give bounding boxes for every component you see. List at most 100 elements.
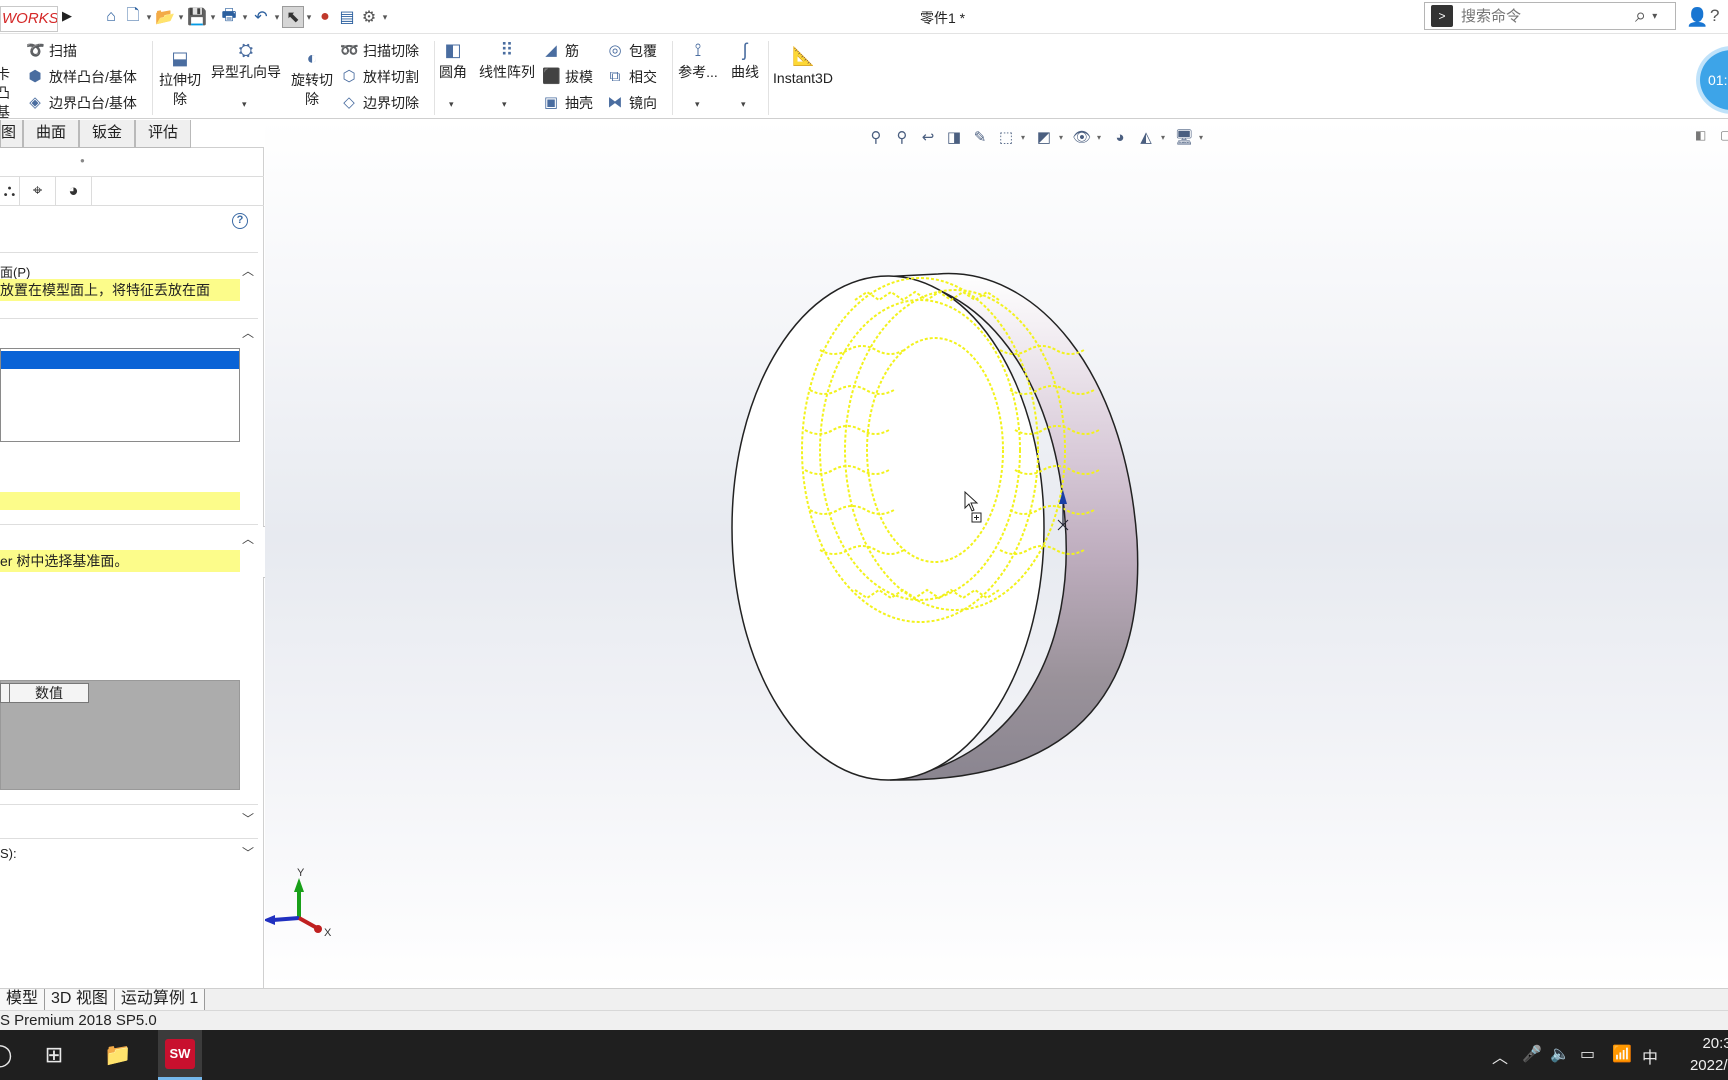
display-manager-icon[interactable]: ◕: [56, 177, 92, 205]
sweep-button[interactable]: ➰ 扫描: [26, 41, 77, 61]
battery-icon[interactable]: ▭: [1580, 1044, 1595, 1064]
print-dropdown-icon[interactable]: ▾: [240, 12, 250, 23]
linear-pattern-button[interactable]: ⠿ 线性阵列: [476, 39, 538, 82]
expand-down-icon[interactable]: ﹀: [242, 844, 254, 861]
search-dropdown-icon[interactable]: ▾: [1652, 11, 1657, 22]
file-explorer-icon[interactable]: 📁: [98, 1030, 138, 1080]
boundary-cut-icon: ◇: [343, 94, 355, 111]
hole-wizard-dropdown-icon[interactable]: ▾: [242, 99, 247, 110]
undo-dropdown-icon[interactable]: ▾: [272, 12, 282, 23]
search-input[interactable]: [1461, 7, 1631, 25]
wifi-icon[interactable]: 📶: [1612, 1044, 1632, 1064]
rib-label: 筋: [565, 43, 579, 59]
help-question-icon[interactable]: ?: [1710, 6, 1719, 26]
options-dropdown-icon[interactable]: ▾: [380, 12, 390, 23]
reference-geometry-button[interactable]: ⟟ 参考...: [676, 39, 720, 82]
tab-model[interactable]: 模型: [0, 989, 46, 1010]
tab-features[interactable]: 图: [0, 120, 24, 148]
hole-wizard-label: 异型孔向导: [211, 64, 281, 80]
undo-icon[interactable]: ↶: [250, 6, 272, 28]
open-dropdown-icon[interactable]: ▾: [176, 12, 186, 23]
rebuild-traffic-light-icon[interactable]: ●: [314, 6, 336, 28]
instant3d-button[interactable]: 📐 Instant3D: [772, 45, 834, 88]
hole-wizard-button[interactable]: ⛭ 异型孔向导: [208, 39, 284, 82]
expand-down-icon[interactable]: ﹀: [242, 810, 254, 827]
wrap-button[interactable]: ◎ 包覆: [606, 41, 657, 61]
collapse-up-icon[interactable]: ︿: [242, 324, 254, 341]
user-account-icon[interactable]: 👤: [1686, 7, 1708, 28]
expand-menu-arrow-icon[interactable]: ▶: [62, 8, 76, 26]
save-icon[interactable]: 💾: [186, 6, 208, 28]
linear-pattern-dropdown-icon[interactable]: ▾: [502, 99, 507, 110]
parameter-table[interactable]: 数值: [0, 680, 240, 790]
panel-grip-dot-icon[interactable]: ●: [80, 156, 85, 165]
curves-button[interactable]: ʃ 曲线: [726, 39, 764, 82]
options-gear-icon[interactable]: ⚙: [358, 6, 380, 28]
divider: [0, 252, 258, 253]
configuration-manager-icon[interactable]: ⛬: [0, 177, 20, 205]
boundary-boss-button[interactable]: ◈ 边界凸台/基体: [26, 93, 137, 113]
select-dropdown-icon[interactable]: ▾: [304, 12, 314, 23]
wrap-label: 包覆: [629, 43, 657, 59]
collapse-up-icon[interactable]: ︿: [242, 262, 254, 279]
new-document-icon[interactable]: 🗋: [122, 6, 144, 28]
new-dropdown-icon[interactable]: ▾: [144, 12, 154, 23]
tab-motion-study[interactable]: 运动算例 1: [114, 989, 206, 1010]
rib-button[interactable]: ◢ 筋: [542, 41, 579, 61]
fillet-label: 圆角: [439, 64, 467, 80]
home-icon[interactable]: ⌂: [100, 6, 122, 28]
extrude-cut-button[interactable]: ⬓ 拉伸切 除: [156, 47, 204, 109]
table-header-value[interactable]: 数值: [9, 683, 89, 703]
system-clock[interactable]: 20:36 2022/5/: [1660, 1033, 1728, 1077]
input-method-indicator[interactable]: 中: [1642, 1044, 1658, 1068]
task-view-icon[interactable]: ⊞: [34, 1030, 74, 1080]
intersect-button[interactable]: ⧉ 相交: [606, 67, 657, 87]
solidworks-taskbar-button[interactable]: SW: [158, 1030, 202, 1080]
linear-pattern-icon: ⠿: [500, 40, 514, 60]
loft-icon: ⬢: [28, 68, 42, 85]
mirror-button[interactable]: ⧓ 镜向: [606, 93, 658, 113]
search-icon[interactable]: ⌕: [1635, 5, 1646, 28]
instant3d-icon: 📐: [792, 46, 815, 66]
windows-taskbar: ◯ ⊞ 📁 SW ︿ 🎤 🔈 ▭ 📶 中 20:36 2022/5/: [0, 1030, 1728, 1080]
collapse-up-icon[interactable]: ︿: [242, 530, 254, 547]
selected-list-item[interactable]: [1, 351, 239, 369]
tab-surfaces[interactable]: 曲面: [23, 120, 80, 148]
boundary-cut-button[interactable]: ◇ 边界切除: [340, 93, 419, 113]
open-folder-icon[interactable]: 📂: [154, 6, 176, 28]
help-icon[interactable]: ?: [232, 213, 248, 229]
dimxpert-manager-icon[interactable]: ⌖: [20, 177, 56, 205]
tab-3d-view[interactable]: 3D 视图: [45, 989, 115, 1010]
loft-boss-button[interactable]: ⬢ 放样凸台/基体: [26, 67, 136, 87]
lofted-cut-button[interactable]: ⬡ 放样切割: [340, 67, 419, 87]
search-box[interactable]: > ⌕ ▾: [1424, 2, 1676, 30]
fillet-dropdown-icon[interactable]: ▾: [449, 99, 454, 110]
show-hidden-icons-icon[interactable]: ︿: [1492, 1044, 1508, 1068]
print-icon[interactable]: 🖶: [218, 6, 240, 28]
draft-button[interactable]: ⬛ 拔模: [542, 67, 593, 87]
disk-front-face[interactable]: [731, 275, 1045, 781]
yellow-selection-field[interactable]: [0, 492, 240, 510]
graphics-area[interactable]: ⚲ ⚲ ↩ ◨ ✎ ⬚ ▾ ◩ ▾ 👁 ▾ ◕ ◭ ▾ 🖥 ▾ ◧ ▢ Y X: [265, 120, 1728, 988]
reference-dropdown-icon[interactable]: ▾: [695, 99, 700, 110]
swept-cut-button[interactable]: ➿ 扫描切除: [340, 41, 419, 61]
curves-dropdown-icon[interactable]: ▾: [741, 99, 746, 110]
solidworks-logo[interactable]: WORKS: [0, 6, 58, 32]
clock-time: 20:36: [1702, 1035, 1728, 1052]
extrude-cut-label-2: 除: [173, 91, 187, 107]
select-pointer-icon[interactable]: ⬉: [282, 6, 304, 28]
divider: [0, 838, 258, 839]
selection-listbox[interactable]: [0, 348, 240, 442]
intersect-icon: ⧉: [609, 68, 621, 85]
volume-icon[interactable]: 🔈: [1550, 1044, 1570, 1064]
revolve-cut-button[interactable]: ◐ 旋转切 除: [288, 47, 336, 109]
save-dropdown-icon[interactable]: ▾: [208, 12, 218, 23]
shell-button[interactable]: ▣ 抽壳: [542, 93, 593, 113]
fillet-button[interactable]: ◧ 圆角: [436, 39, 470, 82]
file-properties-icon[interactable]: ▤: [336, 6, 358, 28]
start-button-icon[interactable]: ◯: [0, 1030, 12, 1080]
tab-evaluate[interactable]: 评估: [135, 120, 192, 148]
revolve-cut-icon: ◐: [306, 48, 318, 68]
microphone-icon[interactable]: 🎤: [1522, 1044, 1542, 1064]
tab-sheet-metal[interactable]: 钣金: [79, 120, 136, 148]
